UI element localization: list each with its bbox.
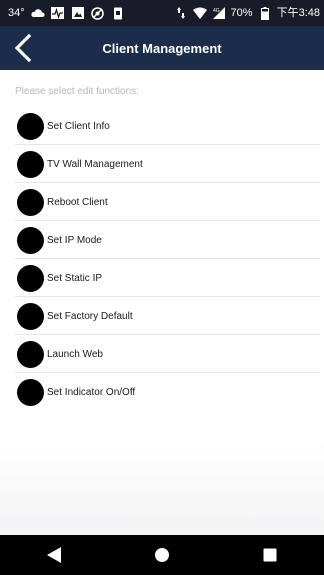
back-button[interactable] [8, 32, 38, 64]
system-nav-bar [0, 535, 324, 575]
function-list: Set Client Info TV Wall Management Reboo… [0, 107, 324, 411]
nav-back-button[interactable] [34, 535, 74, 575]
black-circle-icon [17, 188, 44, 216]
menu-item-set-factory-default[interactable]: Set Factory Default [0, 297, 324, 335]
section-hint: Please select edit functions: [15, 86, 139, 97]
cellular-signal-icon: 4G [212, 6, 226, 20]
black-circle-icon [17, 150, 44, 178]
menu-item-set-indicator[interactable]: Set Indicator On/Off [0, 373, 324, 411]
status-right: 4G 70% 下午3:48 [174, 6, 320, 20]
menu-item-label: Launch Web [47, 348, 103, 360]
menu-item-set-ip-mode[interactable]: Set IP Mode [0, 221, 324, 259]
black-circle-icon [17, 264, 44, 292]
svg-text:4G: 4G [213, 8, 220, 14]
back-triangle-icon [47, 547, 61, 563]
chevron-left-icon [14, 34, 32, 62]
clock-text: 下午3:48 [276, 6, 320, 19]
phone-lock-icon [111, 6, 125, 20]
wifi-icon [192, 6, 207, 20]
screen: 34° 4G 70% 下午3:48 Client Management Plea… [0, 0, 324, 575]
temperature-text: 34° [8, 6, 25, 19]
menu-item-reboot-client[interactable]: Reboot Client [0, 183, 324, 221]
menu-item-label: Set Indicator On/Off [47, 386, 136, 398]
battery-icon [258, 6, 272, 20]
cloud-icon [31, 6, 45, 20]
black-circle-icon [17, 112, 44, 140]
menu-item-launch-web[interactable]: Launch Web [0, 335, 324, 373]
activity-icon [51, 6, 65, 20]
nav-home-button[interactable] [142, 535, 182, 575]
menu-item-label: Set Factory Default [47, 310, 133, 322]
menu-item-label: Reboot Client [47, 196, 108, 208]
menu-item-label: Set IP Mode [47, 234, 102, 246]
menu-item-set-static-ip[interactable]: Set Static IP [0, 259, 324, 297]
content-area: Please select edit functions: Set Client… [0, 70, 324, 535]
home-circle-icon [155, 548, 169, 562]
nav-recents-button[interactable] [250, 535, 290, 575]
black-circle-icon [17, 378, 44, 406]
menu-item-set-client-info[interactable]: Set Client Info [0, 107, 324, 145]
image-icon [71, 6, 85, 20]
settings-gear-icon [91, 6, 105, 20]
black-circle-icon [17, 340, 44, 368]
black-circle-icon [17, 302, 44, 330]
menu-item-label: TV Wall Management [47, 158, 143, 170]
battery-percent-text: 70% [230, 6, 253, 19]
menu-item-tv-wall-management[interactable]: TV Wall Management [0, 145, 324, 183]
status-bar: 34° 4G 70% 下午3:48 [0, 0, 324, 26]
menu-item-label: Set Static IP [47, 272, 103, 284]
page-title: Client Management [102, 40, 222, 56]
recents-square-icon [263, 548, 277, 562]
black-circle-icon [17, 226, 44, 254]
menu-item-label: Set Client Info [47, 120, 110, 132]
data-transfer-icon [174, 6, 188, 20]
app-bar: Client Management [0, 26, 324, 70]
status-left: 34° [8, 6, 174, 20]
